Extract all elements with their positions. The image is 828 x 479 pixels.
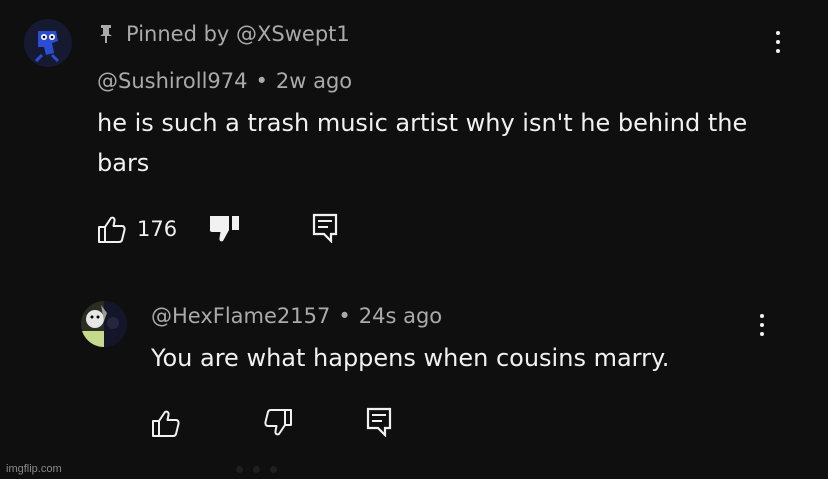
reply-more-button[interactable]	[758, 314, 766, 336]
pin-icon	[98, 24, 114, 44]
more-vertical-icon	[776, 31, 780, 35]
like-button[interactable]: 176	[97, 214, 177, 244]
pinned-text: Pinned by @XSwept1	[126, 22, 350, 46]
more-dot	[776, 49, 780, 53]
more-dot	[776, 40, 780, 44]
reply-button[interactable]	[312, 213, 338, 243]
comment-author[interactable]: @Sushiroll974	[97, 69, 248, 93]
reply-avatar[interactable]	[81, 301, 127, 347]
like-count: 176	[137, 217, 178, 241]
commenter-avatar[interactable]	[24, 19, 72, 67]
thumbs-up-icon	[152, 410, 180, 437]
reply-body: You are what happens when cousins marry.	[151, 344, 670, 372]
comment-body: he is such a trash music artist why isn'…	[97, 109, 748, 177]
loading-indicator	[236, 466, 277, 473]
loading-dot	[253, 466, 260, 473]
thumbs-down-icon	[264, 409, 292, 436]
reply-time[interactable]: 24s ago	[359, 304, 442, 328]
meta-separator: •	[338, 304, 351, 328]
loading-dot	[270, 466, 277, 473]
meta-separator: •	[255, 69, 268, 93]
reply-meta: @HexFlame2157 • 24s ago	[151, 304, 442, 328]
reply-icon	[312, 213, 338, 243]
dislike-button[interactable]	[209, 213, 241, 243]
reply-dislike-button[interactable]	[263, 408, 293, 438]
thumbs-down-icon	[209, 216, 239, 242]
comment-meta: @Sushiroll974 • 2w ago	[97, 69, 352, 93]
loading-dot	[236, 466, 243, 473]
watermark: imgflip.com	[6, 463, 62, 475]
reply-icon	[366, 407, 392, 437]
comment-more-button[interactable]	[774, 31, 782, 53]
reply-author[interactable]: @HexFlame2157	[151, 304, 330, 328]
reply-reply-button[interactable]	[366, 407, 392, 437]
comment-time[interactable]: 2w ago	[276, 69, 352, 93]
more-dot	[760, 332, 764, 336]
reply-like-button[interactable]	[151, 408, 181, 438]
thumbs-up-icon	[98, 216, 126, 243]
more-vertical-icon	[760, 314, 764, 318]
more-dot	[760, 323, 764, 327]
pinned-label: Pinned by @XSwept1	[98, 19, 350, 49]
